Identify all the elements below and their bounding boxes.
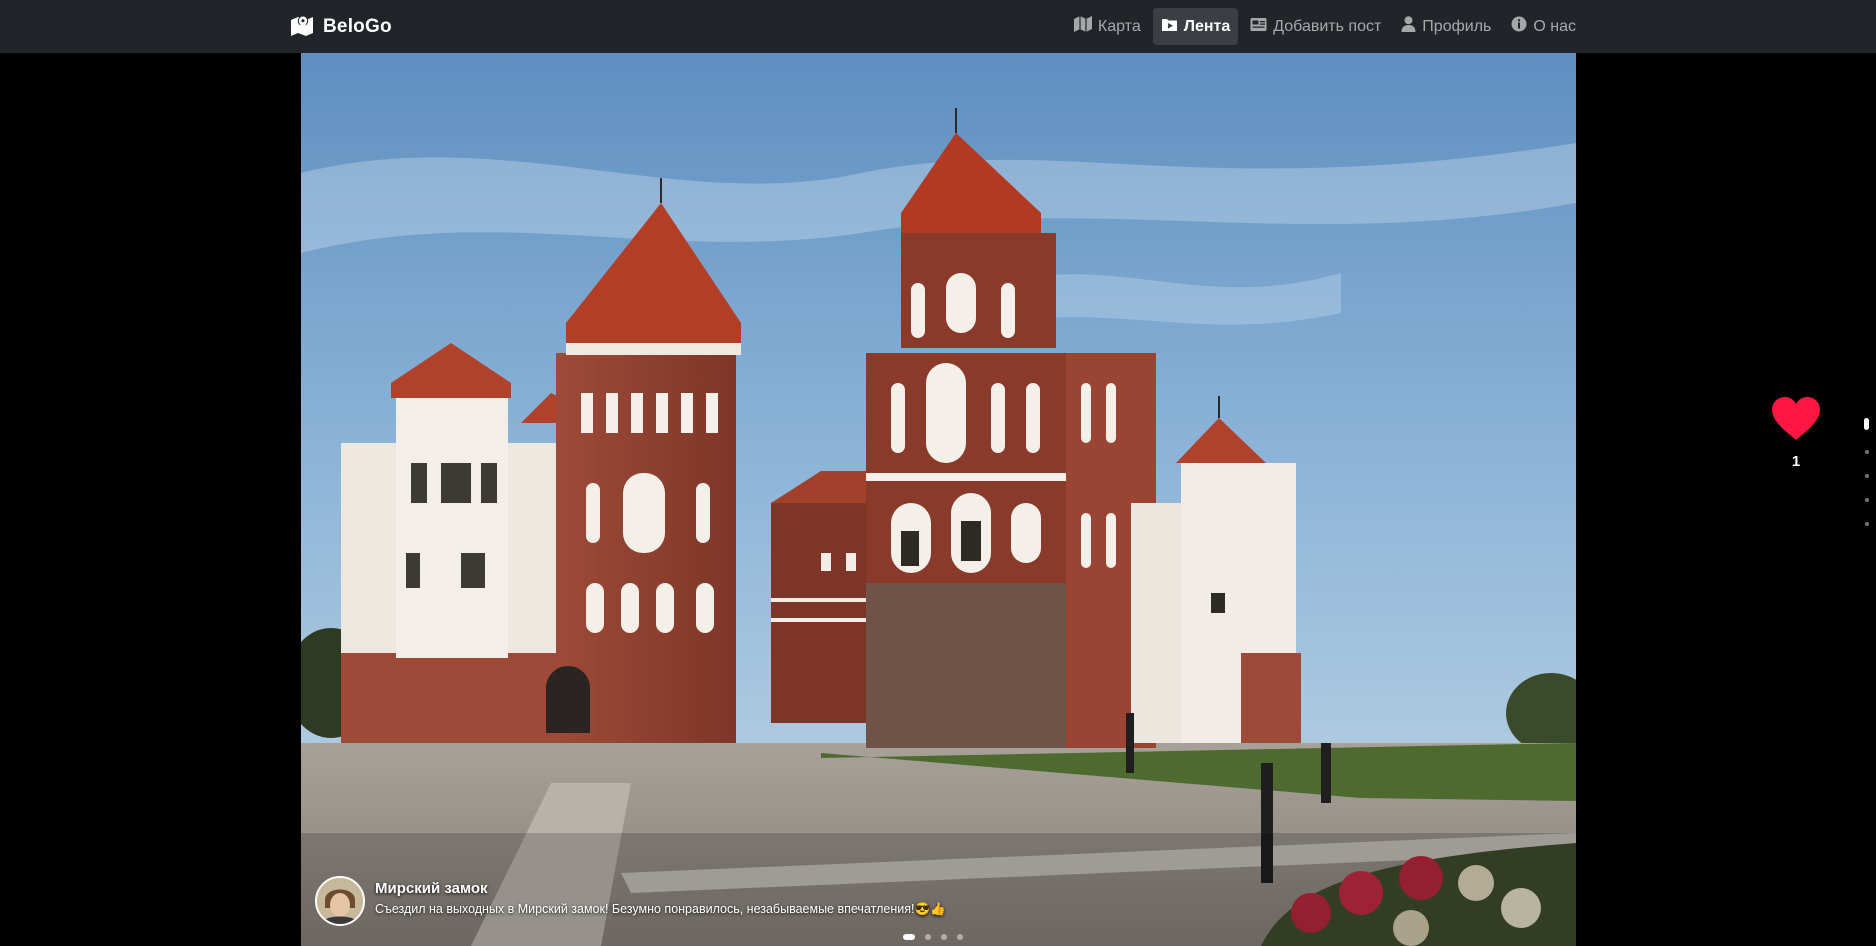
nav-item-feed-label: Лента: [1183, 17, 1231, 35]
photo-indicator-1[interactable]: [903, 934, 915, 940]
castle-photo: [301, 53, 1576, 946]
like-panel: 1: [1768, 396, 1824, 470]
nav-item-profile[interactable]: Профиль: [1393, 8, 1499, 45]
caption-text: Мирский замок Съездил на выходных в Мирс…: [375, 876, 946, 917]
main-nav: Карта Лента Добавить пост Профиль О нас: [1066, 8, 1584, 45]
brand-name: BeloGo: [323, 16, 392, 37]
info-icon: [1511, 16, 1527, 37]
map-icon: [1073, 16, 1092, 37]
feed-indicator-4[interactable]: [1864, 498, 1869, 502]
heart-icon: [1770, 397, 1822, 446]
add-post-icon: [1250, 17, 1267, 37]
nav-item-feed[interactable]: Лента: [1152, 8, 1239, 45]
post-title: Мирский замок: [375, 880, 488, 897]
feed-icon: [1161, 16, 1178, 37]
post-photo: Мирский замок Съездил на выходных в Мирс…: [301, 53, 1576, 946]
nav-item-about[interactable]: О нас: [1503, 8, 1584, 45]
like-button[interactable]: [1768, 396, 1824, 447]
brand-link[interactable]: BeloGo: [290, 14, 392, 40]
like-count: 1: [1791, 453, 1801, 470]
feed-indicator-5[interactable]: [1864, 522, 1869, 526]
map-marker-icon: [290, 14, 314, 41]
photo-indicator-3[interactable]: [941, 934, 947, 940]
post-description: Съездил на выходных в Мирский замок! Без…: [375, 902, 946, 916]
avatar[interactable]: [315, 876, 365, 926]
photo-indicator-4[interactable]: [957, 934, 963, 940]
photo-carousel-indicators: [903, 934, 963, 940]
nav-item-add-post[interactable]: Добавить пост: [1242, 8, 1389, 45]
feed-indicator-2[interactable]: [1864, 450, 1869, 454]
user-icon: [1401, 16, 1416, 37]
feed-indicator-3[interactable]: [1864, 474, 1869, 478]
navbar: BeloGo Карта Лента Добавить пост Профиль: [0, 0, 1876, 53]
nav-item-about-label: О нас: [1533, 17, 1576, 35]
post-caption: Мирский замок Съездил на выходных в Мирс…: [315, 876, 946, 926]
feed-pager: [1864, 418, 1869, 526]
feed-indicator-1[interactable]: [1864, 418, 1869, 430]
nav-item-map[interactable]: Карта: [1066, 8, 1149, 45]
nav-item-add-post-label: Добавить пост: [1273, 17, 1382, 35]
nav-item-map-label: Карта: [1097, 17, 1141, 35]
nav-item-profile-label: Профиль: [1422, 17, 1492, 35]
photo-indicator-2[interactable]: [925, 934, 931, 940]
